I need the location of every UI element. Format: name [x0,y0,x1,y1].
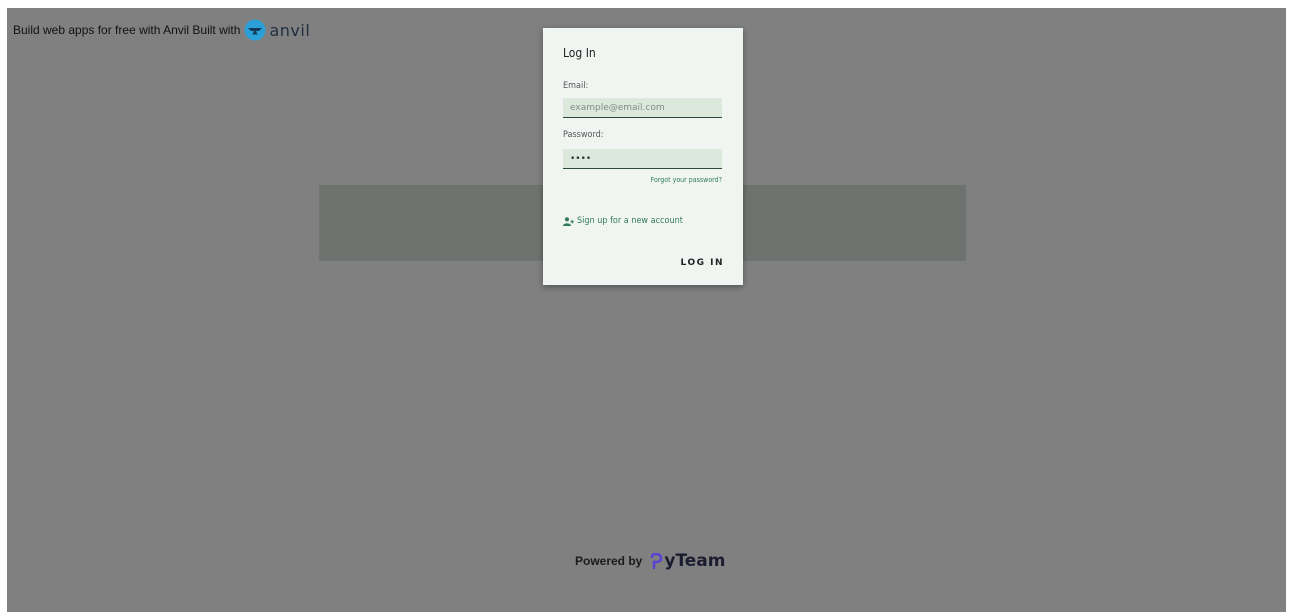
signup-label: Sign up for a new account [577,216,683,226]
signup-link[interactable]: Sign up for a new account [563,216,683,226]
powered-by: Powered by yTeam [575,551,726,571]
pyteam-wordmark: yTeam [664,551,726,571]
login-dialog: Log In Email: Password: Forgot your pass… [543,28,743,285]
dialog-title: Log In [563,46,596,60]
pyteam-logo: yTeam [650,551,726,571]
banner-text: Build web apps for free with Anvil Built… [13,23,241,37]
anvil-logo-icon [244,19,266,41]
powered-by-label: Powered by [575,554,643,568]
pyteam-logo-icon [651,553,663,569]
password-label: Password: [563,130,604,140]
password-input[interactable] [563,149,722,169]
anvil-banner[interactable]: Build web apps for free with Anvil Built… [13,19,310,41]
email-input[interactable] [563,98,722,118]
forgot-password-link[interactable]: Forgot your password? [651,176,722,184]
user-plus-icon [563,216,574,226]
anvil-logo: anvil [244,19,310,41]
anvil-wordmark: anvil [269,20,311,40]
login-button[interactable]: LOG IN [681,258,724,268]
app-frame: Build web apps for free with Anvil Built… [7,8,1286,612]
email-label: Email: [563,81,589,91]
